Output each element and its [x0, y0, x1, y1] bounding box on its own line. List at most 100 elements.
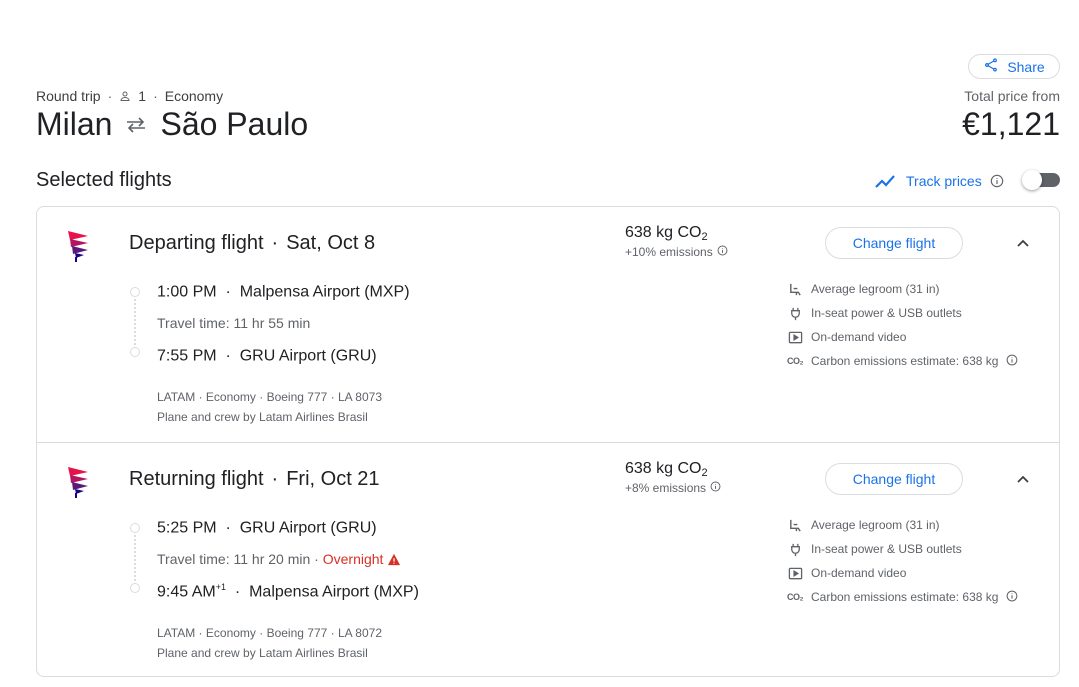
co2-icon: CO₂ — [787, 356, 804, 366]
info-icon[interactable] — [710, 481, 721, 495]
departing-flight: Departing flight · Sat, Oct 8 638 kg CO2… — [37, 207, 1059, 442]
separator: · — [221, 347, 236, 365]
amenity-video: On-demand video — [787, 565, 906, 581]
video-icon — [787, 565, 803, 581]
trip-meta: Round trip · 1 · Economy — [36, 88, 223, 104]
info-icon[interactable] — [990, 174, 1004, 188]
departure-time: 5:25 PM — [157, 519, 217, 537]
share-button[interactable]: Share — [968, 54, 1060, 79]
legroom-icon — [787, 517, 803, 533]
arrival-airport: Malpensa Airport (MXP) — [249, 583, 419, 601]
change-flight-button[interactable]: Change flight — [825, 227, 963, 259]
trip-type[interactable]: Round trip — [36, 88, 101, 104]
cabin-class[interactable]: Economy — [165, 88, 223, 104]
co2-text: 638 kg CO — [625, 460, 702, 477]
separator: · — [314, 551, 319, 567]
airline-details: LATAM · Economy · Boeing 777 · LA 8073 — [157, 390, 383, 404]
co2-amount: 638 kg CO2 — [625, 224, 728, 243]
co2-icon: CO₂ — [787, 592, 804, 602]
operator-details: Plane and crew by Latam Airlines Brasil — [157, 646, 368, 660]
track-prices-label: Track prices — [906, 173, 982, 189]
amenity-text: Average legroom (31 in) — [811, 282, 940, 296]
chevron-up-icon[interactable] — [1015, 471, 1031, 487]
flight-timeline — [129, 287, 143, 357]
latam-logo — [66, 463, 92, 499]
passenger-count[interactable]: 1 — [138, 88, 146, 104]
flight-date: Fri, Oct 21 — [286, 468, 380, 490]
timeline-end-dot — [130, 347, 140, 357]
airline-details: LATAM · Economy · Boeing 777 · LA 8072 — [157, 626, 383, 640]
total-price-label: Total price from — [964, 88, 1060, 104]
info-icon[interactable] — [1006, 354, 1018, 369]
change-flight-button[interactable]: Change flight — [825, 463, 963, 495]
flight-date: Sat, Oct 8 — [286, 232, 376, 254]
departure-stop: 1:00 PM · Malpensa Airport (MXP) — [157, 282, 410, 301]
separator: · — [271, 232, 279, 254]
latam-logo — [66, 227, 92, 263]
separator: · — [221, 283, 236, 301]
amenity-co2: CO₂ Carbon emissions estimate: 638 kg — [787, 353, 1018, 369]
co2-subscript: 2 — [701, 231, 708, 243]
timeline-line — [134, 299, 136, 349]
destination-city: São Paulo — [160, 106, 309, 142]
origin-city: Milan — [36, 106, 113, 142]
arrival-time: 9:45 AM — [157, 583, 216, 601]
info-icon[interactable] — [717, 245, 728, 259]
info-icon[interactable] — [1006, 590, 1018, 605]
departure-stop: 5:25 PM · GRU Airport (GRU) — [157, 518, 377, 537]
flight-title: Departing flight · Sat, Oct 8 — [129, 232, 375, 255]
amenity-text: Average legroom (31 in) — [811, 518, 940, 532]
warning-icon — [387, 551, 401, 567]
timeline-line — [134, 535, 136, 585]
timeline-start-dot — [130, 287, 140, 297]
arrival-stop: 7:55 PM · GRU Airport (GRU) — [157, 346, 377, 365]
travel-time: Travel time: 11 hr 20 min · Overnight — [157, 551, 401, 567]
amenity-legroom: Average legroom (31 in) — [787, 281, 940, 297]
arrival-stop: 9:45 AM+1 · Malpensa Airport (MXP) — [157, 582, 419, 601]
share-icon — [983, 57, 999, 76]
timeline-start-dot — [130, 523, 140, 533]
person-icon — [119, 88, 131, 104]
travel-time: Travel time: 11 hr 55 min — [157, 315, 310, 331]
amenity-text: Carbon emissions estimate: 638 kg — [811, 354, 999, 368]
amenity-text: On-demand video — [811, 566, 907, 580]
departure-airport: Malpensa Airport (MXP) — [239, 283, 410, 301]
separator: · — [221, 519, 236, 537]
legroom-icon — [787, 281, 803, 297]
total-price: €1,121 — [962, 106, 1060, 142]
flight-direction: Departing flight — [129, 232, 264, 254]
emissions-percent-text: +10% emissions — [625, 245, 713, 259]
arrival-time: 7:55 PM — [157, 347, 217, 365]
co2-subscript: 2 — [701, 467, 708, 479]
day-offset: +1 — [215, 582, 226, 592]
emissions-info: 638 kg CO2 +8% emissions — [625, 460, 721, 495]
overnight-warning: Overnight — [322, 551, 384, 567]
flight-direction: Returning flight — [129, 468, 264, 490]
track-prices-toggle[interactable] — [1022, 170, 1060, 190]
amenity-text: In-seat power & USB outlets — [811, 542, 962, 556]
chevron-up-icon[interactable] — [1015, 235, 1031, 251]
amenity-power: In-seat power & USB outlets — [787, 541, 962, 557]
amenity-video: On-demand video — [787, 329, 906, 345]
separator: · — [107, 88, 113, 104]
travel-time-text: Travel time: 11 hr 20 min — [157, 551, 311, 567]
departure-airport: GRU Airport (GRU) — [239, 519, 377, 537]
power-plug-icon — [787, 305, 803, 321]
emissions-percent-text: +8% emissions — [625, 481, 707, 495]
travel-time-text: Travel time: 11 hr 55 min — [157, 315, 311, 331]
share-label: Share — [1007, 58, 1045, 75]
emissions-percent: +10% emissions — [625, 245, 728, 259]
separator: · — [153, 88, 158, 104]
amenity-text: In-seat power & USB outlets — [811, 306, 962, 320]
amenity-co2: CO₂ Carbon emissions estimate: 638 kg — [787, 589, 1018, 605]
amenity-power: In-seat power & USB outlets — [787, 305, 962, 321]
emissions-percent: +8% emissions — [625, 481, 721, 495]
section-title: Selected flights — [36, 169, 172, 191]
arrival-airport: GRU Airport (GRU) — [239, 347, 377, 365]
flight-timeline — [129, 523, 143, 593]
operator-details: Plane and crew by Latam Airlines Brasil — [157, 410, 368, 424]
trending-icon — [874, 171, 898, 191]
track-prices[interactable]: Track prices — [874, 171, 1004, 191]
co2-text: 638 kg CO — [625, 224, 702, 241]
power-plug-icon — [787, 541, 803, 557]
